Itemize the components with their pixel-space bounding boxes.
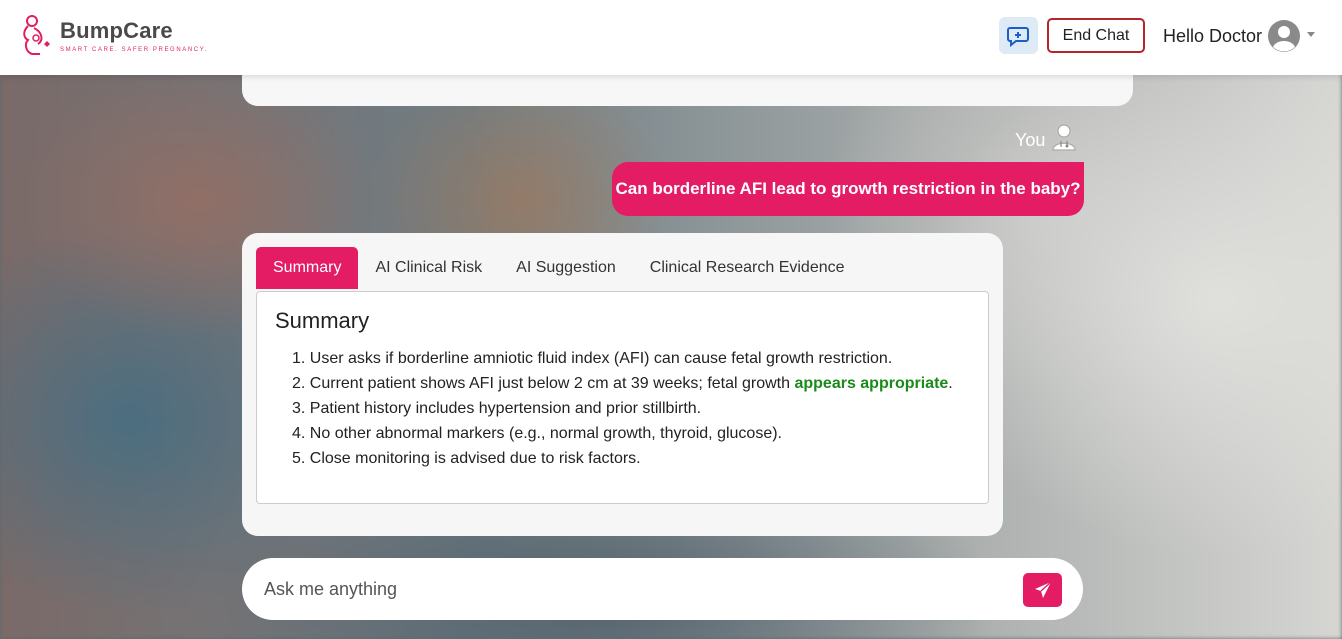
list-item: 5. Close monitoring is advised due to ri… xyxy=(292,450,641,467)
list-item: 4. No other abnormal markers (e.g., norm… xyxy=(292,425,782,442)
chat-plus-icon xyxy=(1006,26,1029,47)
brand-name: BumpCare xyxy=(60,18,173,43)
user-message-bubble: Can borderline AFI lead to growth restri… xyxy=(612,162,1084,216)
panel-title: Summary xyxy=(275,308,370,333)
tab-ai-suggestion[interactable]: AI Suggestion xyxy=(499,247,633,289)
list-item: 3. Patient history includes hypertension… xyxy=(292,400,702,417)
chevron-down-icon[interactable] xyxy=(1307,32,1315,37)
user-greeting[interactable]: Hello Doctor xyxy=(1163,26,1262,47)
top-header: BumpCare SMART CARE. SAFER PREGNANCY. En… xyxy=(0,0,1342,75)
paper-plane-icon xyxy=(1034,581,1051,598)
brand-tagline: SMART CARE. SAFER PREGNANCY. xyxy=(60,47,208,53)
send-button[interactable] xyxy=(1023,573,1062,607)
brand-logo[interactable]: BumpCare SMART CARE. SAFER PREGNANCY. xyxy=(18,14,208,56)
chat-composer xyxy=(242,558,1083,620)
chat-input[interactable] xyxy=(264,572,1004,606)
doctor-icon xyxy=(1052,124,1076,151)
user-avatar-icon[interactable] xyxy=(1267,19,1301,53)
highlight-text: appears appropriate xyxy=(794,375,949,392)
answer-tabs: Summary AI Clinical Risk AI Suggestion C… xyxy=(256,247,862,289)
answer-card: Summary AI Clinical Risk AI Suggestion C… xyxy=(242,233,1003,536)
tab-summary[interactable]: Summary xyxy=(256,247,359,289)
tab-clinical-research-evidence[interactable]: Clinical Research Evidence xyxy=(633,247,862,289)
end-chat-button[interactable]: End Chat xyxy=(1047,18,1145,53)
tab-ai-clinical-risk[interactable]: AI Clinical Risk xyxy=(358,247,499,289)
pregnancy-logo-icon xyxy=(23,15,50,55)
sender-label: You xyxy=(1015,130,1046,150)
summary-panel: Summary 1. User asks if borderline amnio… xyxy=(256,291,989,504)
list-item: 1. User asks if borderline amniotic flui… xyxy=(292,350,893,367)
new-chat-button[interactable] xyxy=(999,17,1038,54)
summary-list: 1. User asks if borderline amniotic flui… xyxy=(275,346,970,471)
list-item: 2. Current patient shows AFI just below … xyxy=(292,375,953,392)
